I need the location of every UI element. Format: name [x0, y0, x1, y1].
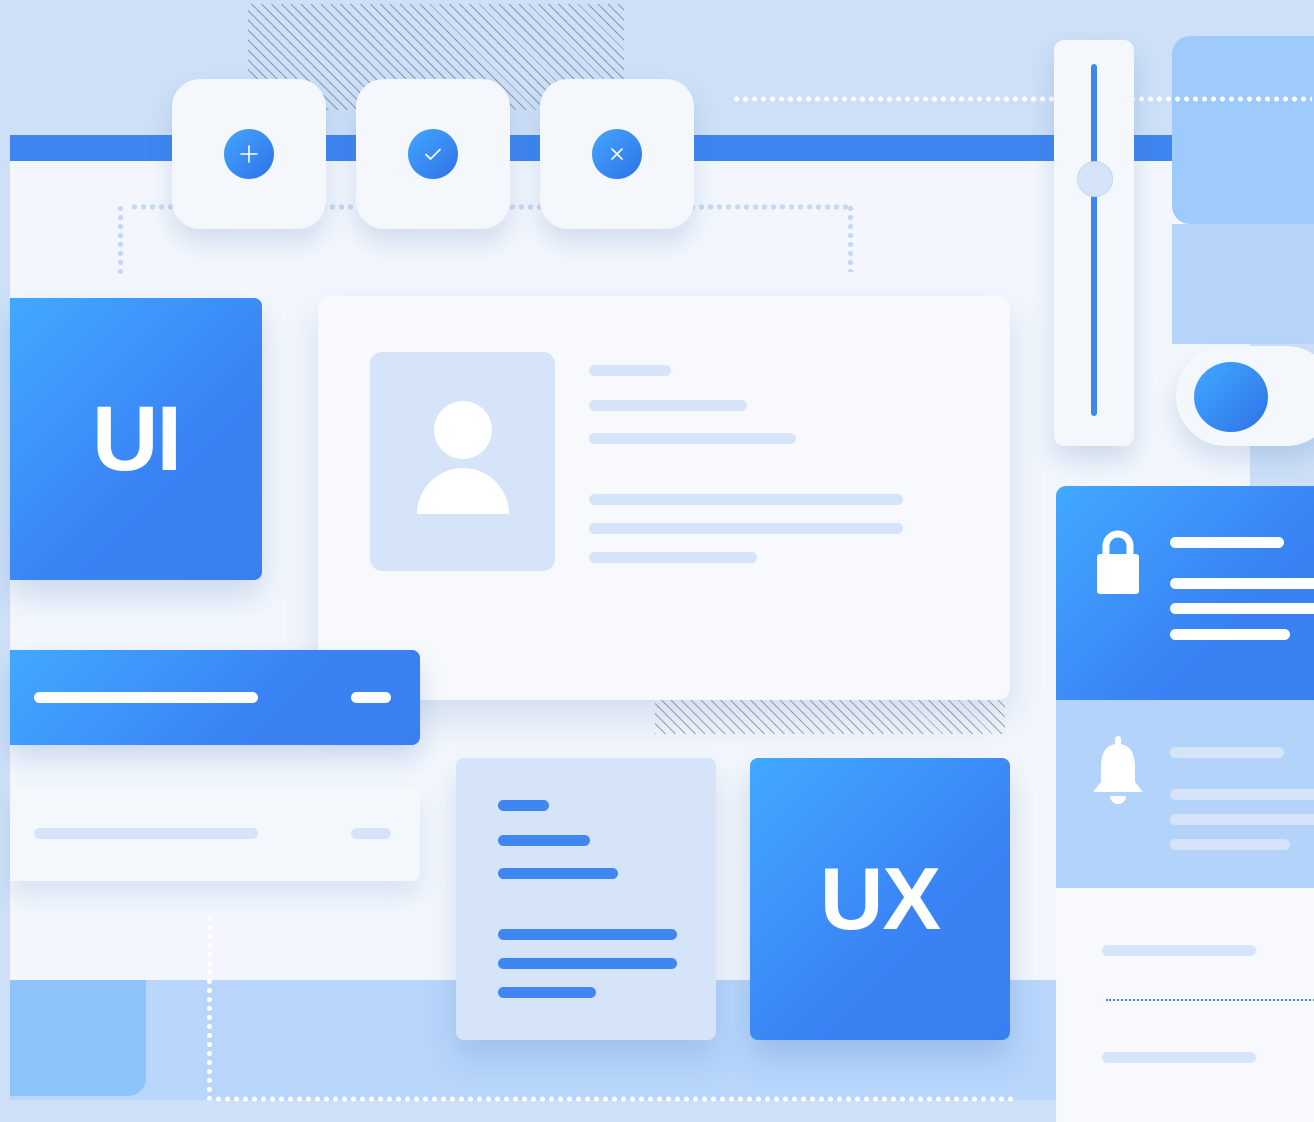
- document-text-line: [498, 868, 618, 879]
- dotted-line-top: [732, 96, 1312, 102]
- footer-text-line: [1102, 945, 1256, 956]
- ux-label: UX: [819, 849, 941, 948]
- right-side-block: [1172, 224, 1314, 344]
- check-icon: [425, 148, 441, 160]
- ux-tile[interactable]: UX: [750, 758, 1010, 1040]
- dotted-line-right: [846, 204, 855, 272]
- ui-label: UI: [92, 387, 182, 490]
- close-icon: [611, 148, 623, 160]
- plus-icon: [240, 145, 258, 163]
- avatar: [370, 352, 555, 571]
- dotted-line-bottom-vertical: [205, 914, 214, 1100]
- document-text-line: [498, 929, 677, 940]
- bottom-left-block: [10, 980, 146, 1096]
- notification-footer-panel: [1056, 888, 1314, 1122]
- confirm-button[interactable]: [408, 129, 458, 179]
- notification-text-line: [1170, 578, 1314, 589]
- profile-text-line: [589, 494, 903, 505]
- notification-text-line: [1170, 629, 1290, 640]
- list-item[interactable]: [10, 786, 420, 881]
- list-item-badge: [351, 828, 391, 839]
- notification-item-lock[interactable]: [1056, 486, 1314, 700]
- dotted-line-left: [116, 204, 125, 274]
- list-item-text-line: [34, 692, 258, 703]
- text-document-card[interactable]: [456, 758, 716, 1040]
- slider-track[interactable]: [1091, 64, 1097, 416]
- notification-title-line: [1170, 747, 1284, 758]
- confirm-tile[interactable]: [356, 79, 510, 229]
- list-item-selected[interactable]: [10, 650, 420, 745]
- slider-handle[interactable]: [1077, 161, 1113, 197]
- close-tile[interactable]: [540, 79, 694, 229]
- list-item-badge: [351, 692, 391, 703]
- notification-item-bell[interactable]: [1056, 700, 1314, 888]
- close-button[interactable]: [592, 129, 642, 179]
- notification-text-line: [1170, 814, 1314, 825]
- document-text-line: [498, 987, 596, 998]
- profile-text-line: [589, 552, 757, 563]
- notification-text-line: [1170, 603, 1314, 614]
- add-button[interactable]: [224, 129, 274, 179]
- ui-tile[interactable]: UI: [10, 298, 262, 580]
- footer-text-line: [1102, 1052, 1256, 1063]
- footer-divider: [1106, 999, 1314, 1001]
- document-heading-line: [498, 800, 549, 811]
- lock-icon: [1097, 530, 1139, 594]
- notification-title-line: [1170, 537, 1284, 548]
- bell-icon: [1093, 736, 1143, 804]
- user-icon: [417, 401, 509, 514]
- profile-text-line: [589, 400, 747, 411]
- top-right-block: [1172, 36, 1314, 224]
- document-text-line: [498, 958, 677, 969]
- profile-name-line: [589, 365, 671, 376]
- profile-text-line: [589, 433, 796, 444]
- add-tile[interactable]: [172, 79, 326, 229]
- dotted-line-bottom: [214, 1096, 1014, 1102]
- profile-text-line: [589, 523, 903, 534]
- document-text-line: [498, 835, 590, 846]
- notification-text-line: [1170, 839, 1290, 850]
- notification-text-line: [1170, 789, 1314, 800]
- toggle-knob[interactable]: [1194, 362, 1268, 432]
- list-item-text-line: [34, 828, 258, 839]
